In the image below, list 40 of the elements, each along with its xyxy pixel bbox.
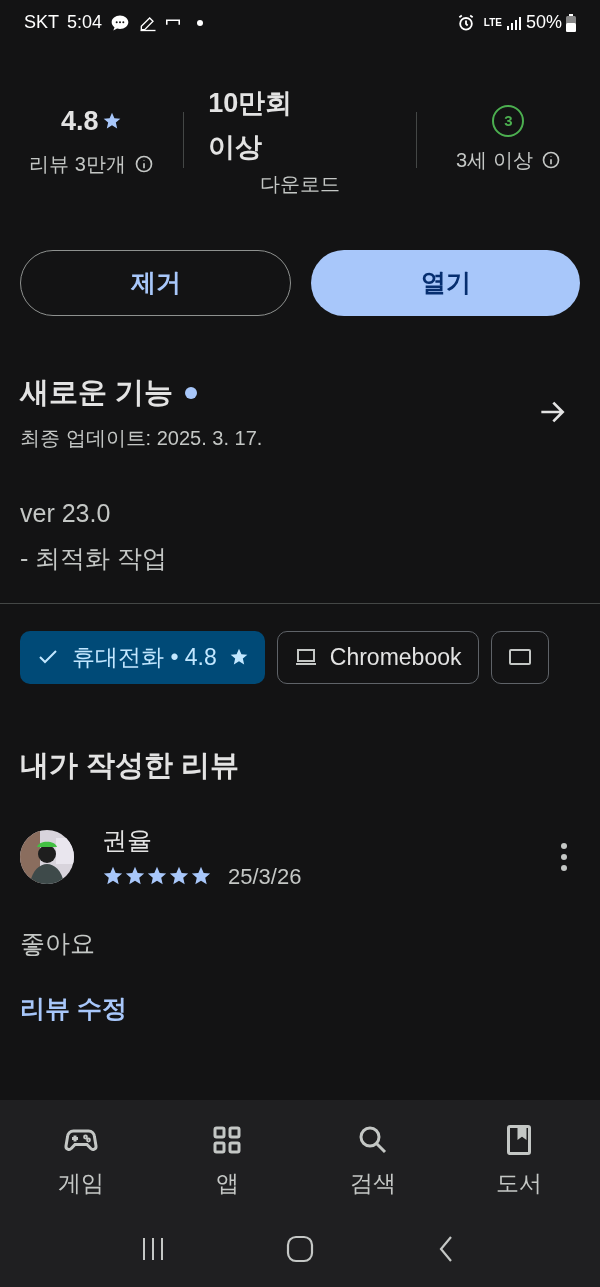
- notification-icon: [166, 19, 181, 26]
- last-updated: 최종 업데이트: 2025. 3. 17.: [20, 425, 263, 451]
- rating-value: 4.8: [60, 104, 99, 138]
- network-type: LTE: [483, 16, 502, 30]
- device-filter-chip[interactable]: 휴대전화 • 4.8: [20, 630, 265, 684]
- download-count: 10만회 이상: [208, 87, 294, 164]
- nav-tab[interactable]: 게임: [26, 1122, 136, 1201]
- home-icon[interactable]: [286, 1235, 314, 1263]
- review-count: 리뷰 3만개: [29, 152, 126, 178]
- open-button[interactable]: 열기: [311, 250, 580, 316]
- age-rating-badge: 3: [492, 105, 525, 137]
- reviewer-name: 권율: [102, 825, 153, 856]
- downloads-label: 다운로드: [260, 172, 340, 197]
- age-rating-label: 3세 이상: [455, 148, 533, 173]
- star-icon: [146, 865, 168, 887]
- dot-icon: [196, 18, 205, 27]
- signal-icon: [505, 14, 522, 31]
- clock: 5:04: [67, 11, 103, 34]
- nav-tab[interactable]: 검색: [318, 1122, 428, 1201]
- carrier: SKT: [24, 11, 59, 34]
- info-icon[interactable]: [540, 150, 561, 170]
- review-date: 25/3/26: [228, 862, 302, 891]
- release-notes: - 최적화 작업: [19, 543, 169, 574]
- device-filter-chip[interactable]: [490, 630, 549, 684]
- more-options-icon[interactable]: [560, 842, 568, 873]
- version-text: ver 23.0: [19, 497, 112, 529]
- star-icon: [124, 865, 146, 887]
- nav-tab[interactable]: 도서: [464, 1122, 574, 1201]
- section-title: 내가 작성한 리뷰: [19, 747, 241, 783]
- star-icon: [190, 865, 212, 887]
- edit-review-link[interactable]: 리뷰 수정: [20, 990, 127, 1028]
- star-icon: [102, 865, 124, 887]
- device-filter-chip[interactable]: Chromebook: [276, 630, 479, 684]
- star-icon: [168, 865, 190, 887]
- section-title: 새로운 기능: [20, 375, 174, 410]
- battery-percent: 50%: [525, 11, 562, 34]
- nav-tab[interactable]: 앱: [172, 1122, 282, 1201]
- battery-icon: [566, 13, 576, 32]
- review-text: 좋아요: [19, 927, 96, 959]
- info-icon[interactable]: [134, 154, 154, 175]
